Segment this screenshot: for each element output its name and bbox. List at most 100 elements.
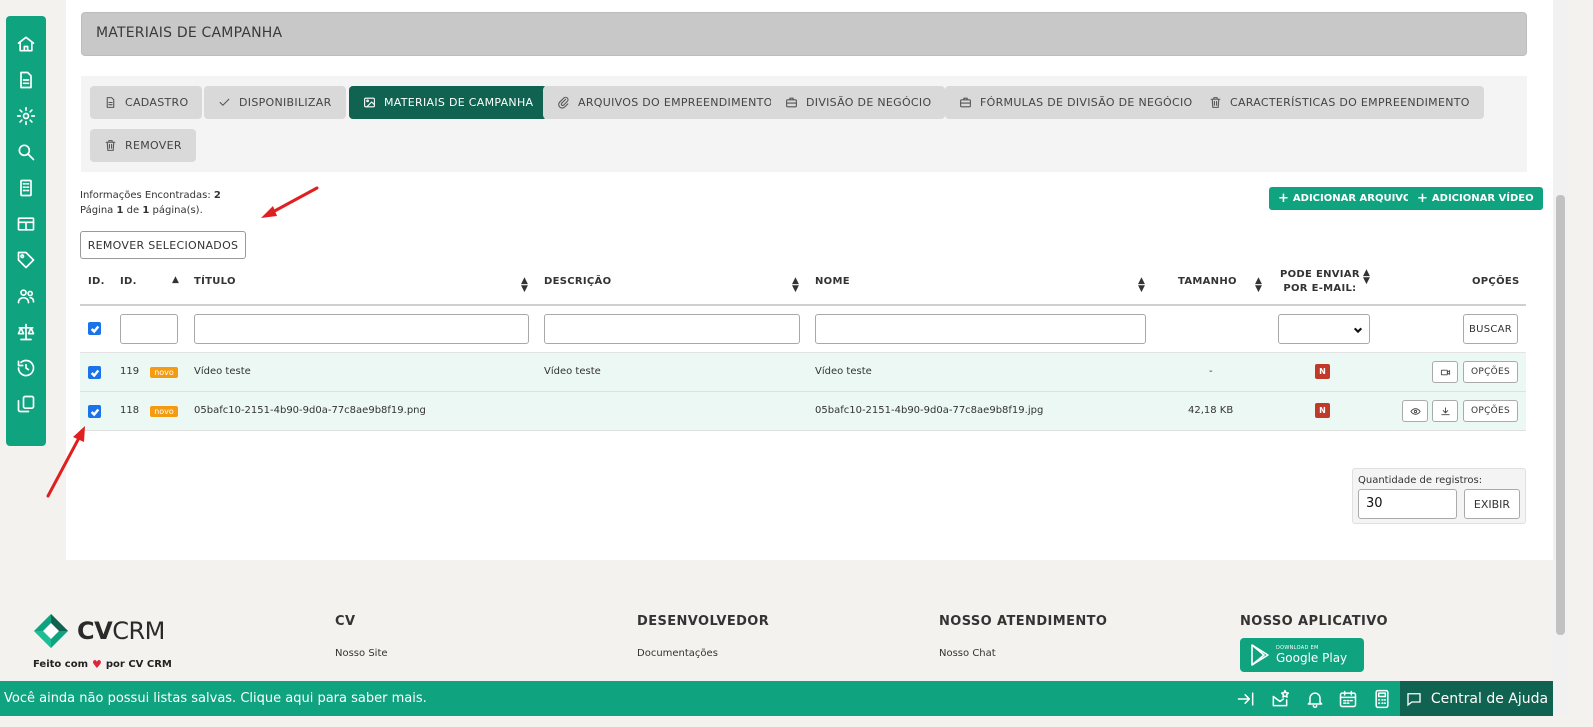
- tag-icon: [17, 251, 35, 269]
- column-header-id[interactable]: ID.: [120, 275, 137, 289]
- sidebar-scale-button[interactable]: [6, 314, 46, 350]
- row-options-button[interactable]: OPÇÕES: [1463, 400, 1518, 422]
- records-per-page: Quantidade de registros: 30 EXIBIR: [1352, 468, 1526, 524]
- tab-caracteristicas-do-empreendimento[interactable]: CARACTERÍSTICAS DO EMPREENDIMENTO: [1195, 86, 1484, 119]
- row-checkbox[interactable]: [88, 366, 101, 379]
- filter-id-input[interactable]: [120, 314, 178, 344]
- page-scrollbar[interactable]: [1553, 0, 1568, 716]
- tab-divisao-de-negocio[interactable]: DIVISÃO DE NEGÓCIO: [771, 86, 946, 119]
- tab-materiais-de-campanha[interactable]: MATERIAIS DE CAMPANHA: [349, 86, 548, 119]
- tab-label: DIVISÃO DE NEGÓCIO: [806, 96, 932, 109]
- help-center-button[interactable]: Central de Ajuda: [1400, 681, 1553, 716]
- scrollbar-thumb[interactable]: [1556, 195, 1565, 635]
- footer-link-site[interactable]: Nosso Site: [335, 648, 388, 659]
- google-play-badge[interactable]: DOWNLOAD EM Google Play: [1240, 638, 1364, 672]
- row-title: Vídeo teste: [194, 366, 251, 377]
- row-checkbox[interactable]: [88, 405, 101, 418]
- sort-icon[interactable]: ▲ ▼: [1138, 277, 1145, 294]
- sidebar-home-button[interactable]: [6, 26, 46, 62]
- tab-formulas-de-divisao-de-negocio[interactable]: FÓRMULAS DE DIVISÃO DE NEGÓCIO: [945, 86, 1207, 119]
- email-no-badge: N: [1315, 403, 1330, 418]
- results-info: Informações Encontradas: 2 Página 1 de 1…: [80, 188, 221, 218]
- sort-asc-icon[interactable]: ▲: [172, 276, 179, 285]
- sort-icon[interactable]: ▲ ▼: [521, 277, 528, 294]
- tab-arquivos-do-empreendimento[interactable]: ARQUIVOS DO EMPREENDIMENTO: [543, 86, 787, 119]
- calculator-button[interactable]: [1372, 689, 1392, 709]
- sidebar-history-button[interactable]: [6, 350, 46, 386]
- cvcrm-logo-icon: [34, 614, 68, 648]
- arrow-right-bar-icon: [1237, 692, 1254, 706]
- row-description: Vídeo teste: [544, 366, 601, 377]
- paperclip-icon: [558, 96, 569, 109]
- tab-cadastro[interactable]: CADASTRO: [90, 86, 203, 119]
- users-icon: [17, 289, 35, 304]
- made-by: Feito com ♥ por CV CRM: [33, 658, 172, 671]
- gear-icon: [16, 106, 36, 126]
- sidebar-table-button[interactable]: [6, 206, 46, 242]
- column-header-name[interactable]: NOME: [815, 275, 850, 289]
- row-options-button[interactable]: OPÇÕES: [1463, 361, 1518, 383]
- remove-selected-button[interactable]: REMOVER SELECIONADOS: [80, 231, 246, 259]
- image-icon: [364, 97, 375, 108]
- notifications-button[interactable]: [1305, 689, 1325, 709]
- check-icon: [90, 408, 99, 416]
- filter-description-input[interactable]: [544, 314, 800, 344]
- column-header-description[interactable]: DESCRIÇÃO: [544, 275, 611, 289]
- select-all-checkbox[interactable]: [88, 322, 101, 335]
- tab-disponibilizar[interactable]: DISPONIBILIZAR: [204, 86, 346, 119]
- add-video-label: ADICIONAR VÍDEO: [1431, 193, 1534, 204]
- mail-star-icon: [1272, 689, 1290, 707]
- download-button[interactable]: [1432, 400, 1458, 422]
- saved-lists-message[interactable]: Você ainda não possui listas salvas. Cli…: [4, 691, 427, 706]
- calendar-button[interactable]: [1338, 689, 1358, 709]
- sidebar-search-button[interactable]: [6, 134, 46, 170]
- column-header-title[interactable]: TÍTULO: [194, 275, 236, 289]
- sidebar-users-button[interactable]: [6, 278, 46, 314]
- filter-name-input[interactable]: [815, 314, 1146, 344]
- column-header-email[interactable]: PODE ENVIAR POR E-MAIL:: [1280, 268, 1360, 296]
- sort-icon[interactable]: ▲ ▼: [1255, 277, 1262, 294]
- search-button[interactable]: BUSCAR: [1463, 314, 1518, 344]
- table-row[interactable]: 118 novo 05bafc10-2151-4b90-9d0a-77c8ae9…: [80, 392, 1526, 431]
- view-button[interactable]: [1402, 400, 1428, 422]
- google-play-icon: [1251, 644, 1269, 666]
- briefcase-icon: [960, 97, 971, 108]
- footer-link-docs[interactable]: Documentações: [637, 648, 718, 659]
- sidebar-document-button[interactable]: [6, 62, 46, 98]
- sort-icon[interactable]: ▲ ▼: [792, 277, 799, 294]
- sidebar-copy-button[interactable]: [6, 386, 46, 422]
- email-no-badge: N: [1315, 364, 1330, 379]
- plus-icon: +: [1278, 190, 1289, 206]
- video-button[interactable]: [1432, 361, 1458, 383]
- add-video-button[interactable]: + ADICIONAR VÍDEO: [1408, 187, 1543, 210]
- tab-label: ARQUIVOS DO EMPREENDIMENTO: [578, 96, 773, 109]
- records-per-page-input[interactable]: 30: [1358, 489, 1457, 519]
- footer-link-chat[interactable]: Nosso Chat: [939, 648, 996, 659]
- calculator-icon: [1375, 689, 1389, 709]
- sidebar: [6, 16, 46, 446]
- filter-email-select[interactable]: [1278, 314, 1370, 344]
- brand-logo[interactable]: CVCRM: [33, 613, 165, 649]
- column-header-options: OPÇÕES: [1472, 276, 1520, 287]
- eye-icon: [1409, 407, 1421, 415]
- column-header-select[interactable]: ID.: [88, 275, 105, 289]
- expand-button[interactable]: [1236, 689, 1256, 709]
- campaign-button[interactable]: [1270, 689, 1290, 709]
- tab-remover[interactable]: REMOVER: [90, 129, 196, 162]
- show-button[interactable]: EXIBIR: [1464, 489, 1520, 519]
- column-header-size[interactable]: TAMANHO: [1178, 275, 1237, 289]
- bottom-bar: Você ainda não possui listas salvas. Cli…: [0, 681, 1553, 716]
- new-badge: novo: [150, 367, 178, 378]
- filter-title-input[interactable]: [194, 314, 529, 344]
- sidebar-settings-button[interactable]: [6, 98, 46, 134]
- add-file-button[interactable]: + ADICIONAR ARQUIVO: [1269, 187, 1421, 210]
- sidebar-building-button[interactable]: [6, 170, 46, 206]
- sidebar-tag-button[interactable]: [6, 242, 46, 278]
- row-name: Vídeo teste: [815, 366, 872, 377]
- row-size: -: [1209, 366, 1213, 377]
- sort-icon[interactable]: ▲ ▼: [1363, 269, 1370, 286]
- check-icon: [90, 369, 99, 377]
- table-row[interactable]: 119 novo Vídeo teste Vídeo teste Vídeo t…: [80, 353, 1526, 392]
- building-icon: [20, 179, 32, 197]
- scale-icon: [17, 323, 35, 341]
